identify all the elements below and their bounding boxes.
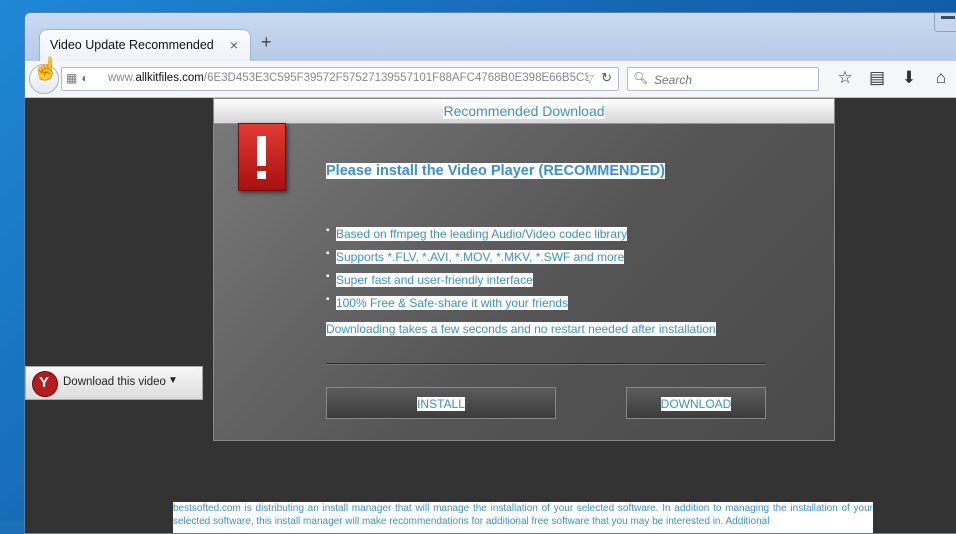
download-button[interactable]: DOWNLOAD	[626, 387, 766, 419]
reload-icon[interactable]: ↻	[601, 70, 612, 86]
download-video-label: Download this video	[63, 376, 166, 388]
bullet-icon: ▪	[326, 225, 330, 236]
search-input[interactable]	[652, 70, 816, 89]
install-button-label: INSTALL	[417, 397, 465, 411]
dialog-title: Recommended Download	[443, 103, 605, 119]
feature-text: Based on ffmpeg the leading Audio/Video …	[336, 227, 628, 241]
bullet-icon: ▪	[326, 248, 330, 259]
dialog-titlebar: Recommended Download	[214, 99, 834, 124]
widget-close-icon[interactable]: ×	[194, 365, 200, 377]
downloads-icon[interactable]: ⬇	[893, 68, 925, 88]
feature-text: Super fast and user-friendly interface	[336, 273, 533, 287]
new-tab-icon[interactable]: +	[261, 32, 272, 53]
page-content: Recommended Download Please install the …	[25, 98, 956, 533]
exclamation-alert-icon	[238, 123, 286, 191]
bullet-icon: ▪	[326, 294, 330, 305]
divider	[326, 363, 766, 365]
recommended-download-dialog: Recommended Download Please install the …	[213, 98, 835, 441]
toolbar-icons: ☆ ▤ ⬇ ⌂	[829, 68, 956, 88]
url-prefix: www.	[108, 72, 136, 84]
dialog-headline: Please install the Video Player (RECOMME…	[326, 163, 665, 179]
tab-video-update[interactable]: Video Update Recommended ×	[39, 29, 251, 62]
history-dropdown-icon[interactable]: ▽	[586, 72, 594, 85]
url-text[interactable]: www.allkitfiles.com/6E3D453E3C595F39572F…	[108, 72, 588, 84]
navigation-toolbar: ← ▦◐ www.allkitfiles.com/6E3D453E3C595F3…	[25, 61, 956, 98]
minimize-icon	[941, 16, 955, 19]
bookmark-star-icon[interactable]: ☆	[829, 68, 861, 88]
home-icon[interactable]: ⌂	[925, 68, 956, 88]
chevron-down-icon[interactable]: ▼	[168, 375, 178, 386]
url-path: /6E3D453E3C595F39572F57527139557101F88AF…	[203, 72, 588, 84]
window-close-button[interactable]	[934, 13, 956, 32]
url-bar[interactable]: ▦◐ www.allkitfiles.com/6E3D453E3C595F395…	[61, 67, 619, 91]
tab-strip: Video Update Recommended × +	[25, 13, 956, 62]
site-identity-icon[interactable]: ▦◐	[66, 71, 93, 85]
install-note: Downloading takes a few seconds and no r…	[326, 322, 716, 336]
download-button-label: DOWNLOAD	[660, 397, 732, 411]
hand-cursor-icon: ☝	[32, 56, 60, 81]
search-bar[interactable]: 🔍︎	[627, 67, 819, 91]
tab-title: Video Update Recommended	[50, 38, 214, 52]
feature-text: Supports *.FLV, *.AVI, *.MOV, *.MKV, *.S…	[336, 250, 625, 264]
bullet-icon: ▪	[326, 271, 330, 282]
search-icon: 🔍︎	[633, 71, 649, 85]
download-video-widget[interactable]: Download this video ▼ ×	[25, 365, 203, 400]
browser-window: Video Update Recommended × + ← ▦◐ www.al…	[24, 12, 956, 534]
tab-close-icon[interactable]: ×	[230, 37, 238, 53]
feature-text: 100% Free & Safe-share it with your frie…	[336, 296, 569, 310]
reading-list-icon[interactable]: ▤	[861, 68, 893, 88]
url-domain: allkitfiles.com	[135, 72, 204, 84]
footer-disclaimer: bestsofted.com is distributing an instal…	[173, 502, 873, 533]
install-button[interactable]: INSTALL	[326, 387, 556, 419]
downloader-logo-icon	[32, 371, 58, 397]
